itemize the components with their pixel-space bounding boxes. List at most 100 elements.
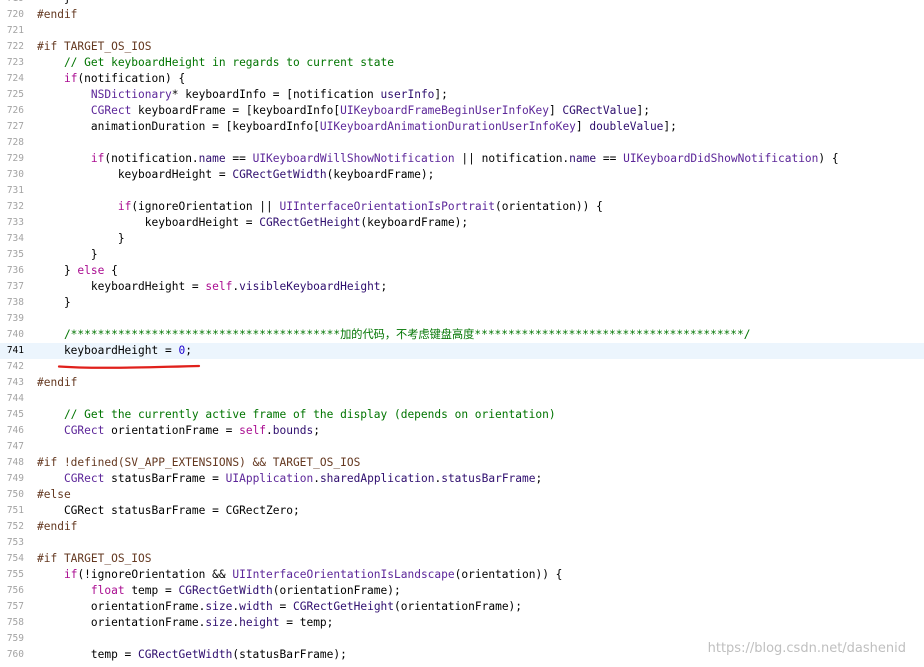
code-line[interactable]: 733 keyboardHeight = CGRectGetHeight(key… xyxy=(0,215,924,231)
code-token: ]; xyxy=(636,104,650,117)
code-line[interactable]: 721 xyxy=(0,23,924,39)
code-line[interactable]: 730 keyboardHeight = CGRectGetWidth(keyb… xyxy=(0,167,924,183)
line-code[interactable]: #else xyxy=(37,487,71,503)
code-line[interactable]: 728 xyxy=(0,135,924,151)
line-code[interactable]: /***************************************… xyxy=(37,327,751,343)
code-token: #if !defined(SV_APP_EXTENSIONS) && TARGE… xyxy=(37,456,361,469)
code-line[interactable]: 727 animationDuration = [keyboardInfo[UI… xyxy=(0,119,924,135)
line-code[interactable]: } xyxy=(37,0,71,7)
line-code[interactable]: #endif xyxy=(37,519,77,535)
code-line[interactable]: 754 #if TARGET_OS_IOS xyxy=(0,551,924,567)
code-token: userInfo xyxy=(380,88,435,101)
code-line[interactable]: 753 xyxy=(0,535,924,551)
line-code[interactable]: keyboardHeight = self.visibleKeyboardHei… xyxy=(37,279,387,295)
line-number: 748 xyxy=(6,457,24,468)
line-code[interactable]: if(!ignoreOrientation && UIInterfaceOrie… xyxy=(37,567,562,583)
code-token: = xyxy=(272,600,293,613)
line-code[interactable]: #endif xyxy=(37,375,77,391)
watermark-text: https://blog.csdn.net/dashenid xyxy=(707,641,906,656)
code-line[interactable]: 719 } xyxy=(0,0,924,7)
line-code[interactable]: CGRect orientationFrame = self.bounds; xyxy=(37,423,320,439)
code-token: UIKeyboardWillShowNotification xyxy=(252,152,455,165)
code-line[interactable]: 757 orientationFrame.size.width = CGRect… xyxy=(0,599,924,615)
line-code[interactable]: if(notification.name == UIKeyboardWillSh… xyxy=(37,151,839,167)
line-code[interactable]: NSDictionary* keyboardInfo = [notificati… xyxy=(37,87,448,103)
line-code[interactable]: temp = CGRectGetWidth(statusBarFrame); xyxy=(37,647,347,663)
line-code[interactable]: #if TARGET_OS_IOS xyxy=(37,39,152,55)
current-code-line[interactable]: 741 keyboardHeight = 0; xyxy=(0,343,924,359)
code-line[interactable]: 736 } else { xyxy=(0,263,924,279)
code-token: ; xyxy=(535,472,543,485)
code-line[interactable]: 726 CGRect keyboardFrame = [keyboardInfo… xyxy=(0,103,924,119)
code-token: CGRect xyxy=(63,424,105,437)
code-line[interactable]: 755 if(!ignoreOrientation && UIInterface… xyxy=(0,567,924,583)
code-line[interactable]: 752 #endif xyxy=(0,519,924,535)
code-line[interactable]: 745 // Get the currently active frame of… xyxy=(0,407,924,423)
code-line[interactable]: 751 CGRect statusBarFrame = CGRectZero; xyxy=(0,503,924,519)
line-code[interactable]: // Get keyboardHeight in regards to curr… xyxy=(37,55,394,71)
line-number: 738 xyxy=(6,297,24,308)
code-editor[interactable]: 719 } 720 #endif 721 722 #if TARGET_OS_IOS 723… xyxy=(0,0,924,663)
code-token: CGRect statusBarFrame = CGRectZero; xyxy=(37,504,300,517)
line-code[interactable]: animationDuration = [keyboardInfo[UIKeyb… xyxy=(37,119,677,135)
line-number: 741 xyxy=(6,345,24,356)
code-line[interactable]: 747 xyxy=(0,439,924,455)
code-line[interactable]: 743 #endif xyxy=(0,375,924,391)
code-line[interactable]: 739 xyxy=(0,311,924,327)
code-line[interactable]: 725 NSDictionary* keyboardInfo = [notifi… xyxy=(0,87,924,103)
line-number: 755 xyxy=(6,569,24,580)
code-line[interactable]: 748 #if !defined(SV_APP_EXTENSIONS) && TA… xyxy=(0,455,924,471)
line-number: 743 xyxy=(6,377,24,388)
line-code[interactable]: float temp = CGRectGetWidth(orientationF… xyxy=(37,583,401,599)
line-code[interactable]: // Get the currently active frame of the… xyxy=(37,407,556,423)
line-code[interactable]: orientationFrame.size.width = CGRectGetH… xyxy=(37,599,522,615)
code-token: CGRect xyxy=(63,472,105,485)
code-token: CGRectGetWidth xyxy=(232,168,327,181)
code-line[interactable]: 720 #endif xyxy=(0,7,924,23)
line-code[interactable]: #if !defined(SV_APP_EXTENSIONS) && TARGE… xyxy=(37,455,360,471)
line-code[interactable]: if(ignoreOrientation || UIInterfaceOrien… xyxy=(37,199,603,215)
code-line[interactable]: 723 // Get keyboardHeight in regards to … xyxy=(0,55,924,71)
code-line[interactable]: 731 xyxy=(0,183,924,199)
line-code[interactable]: CGRect keyboardFrame = [keyboardInfo[UIK… xyxy=(37,103,650,119)
line-code[interactable]: } xyxy=(37,295,71,311)
code-line[interactable]: 734 } xyxy=(0,231,924,247)
code-line[interactable]: 749 CGRect statusBarFrame = UIApplicatio… xyxy=(0,471,924,487)
code-line[interactable]: 737 keyboardHeight = self.visibleKeyboar… xyxy=(0,279,924,295)
code-line[interactable]: 758 orientationFrame.size.height = temp; xyxy=(0,615,924,631)
code-line[interactable]: 740 /***********************************… xyxy=(0,327,924,343)
line-code[interactable]: #if TARGET_OS_IOS xyxy=(37,551,152,567)
code-token: (ignoreOrientation || xyxy=(131,200,280,213)
line-number: 727 xyxy=(6,121,24,132)
code-line[interactable]: 756 float temp = CGRectGetWidth(orientat… xyxy=(0,583,924,599)
code-token: CGRectGetHeight xyxy=(293,600,395,613)
line-code[interactable]: } xyxy=(37,231,125,247)
line-code[interactable]: CGRect statusBarFrame = UIApplication.sh… xyxy=(37,471,542,487)
code-line[interactable]: 735 } xyxy=(0,247,924,263)
line-number: 736 xyxy=(6,265,24,276)
code-token: } xyxy=(37,248,98,261)
line-code[interactable]: keyboardHeight = 0; xyxy=(37,343,192,359)
code-line[interactable]: 746 CGRect orientationFrame = self.bound… xyxy=(0,423,924,439)
line-code[interactable]: if(notification) { xyxy=(37,71,185,87)
code-line[interactable]: 744 xyxy=(0,391,924,407)
line-code[interactable]: } else { xyxy=(37,263,118,279)
code-line[interactable]: 729 if(notification.name == UIKeyboardWi… xyxy=(0,151,924,167)
line-number: 742 xyxy=(6,361,24,372)
line-code[interactable]: } xyxy=(37,247,98,263)
line-code[interactable]: keyboardHeight = CGRectGetWidth(keyboard… xyxy=(37,167,435,183)
line-code[interactable]: keyboardHeight = CGRectGetHeight(keyboar… xyxy=(37,215,468,231)
line-code[interactable]: CGRect statusBarFrame = CGRectZero; xyxy=(37,503,300,519)
line-code[interactable]: orientationFrame.size.height = temp; xyxy=(37,615,334,631)
code-token: (orientation)) { xyxy=(454,568,563,581)
code-line[interactable]: 724 if(notification) { xyxy=(0,71,924,87)
code-line[interactable]: 722 #if TARGET_OS_IOS xyxy=(0,39,924,55)
code-line[interactable]: 732 if(ignoreOrientation || UIInterfaceO… xyxy=(0,199,924,215)
line-code[interactable]: #endif xyxy=(37,7,77,23)
code-line[interactable]: 750 #else xyxy=(0,487,924,503)
code-token: else xyxy=(77,264,105,277)
code-line[interactable]: 738 } xyxy=(0,295,924,311)
line-number: 751 xyxy=(6,505,24,516)
